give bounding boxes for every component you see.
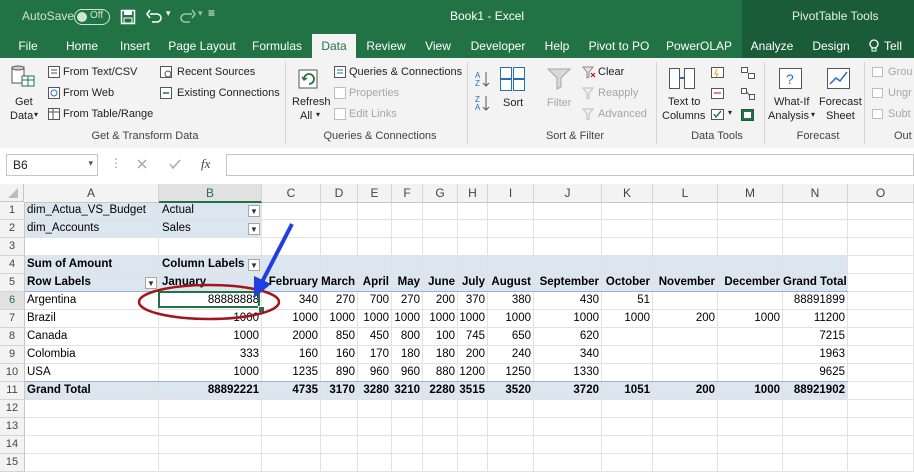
annotation-overlay	[137, 223, 294, 321]
annotation-arrow-shaft	[259, 223, 294, 285]
